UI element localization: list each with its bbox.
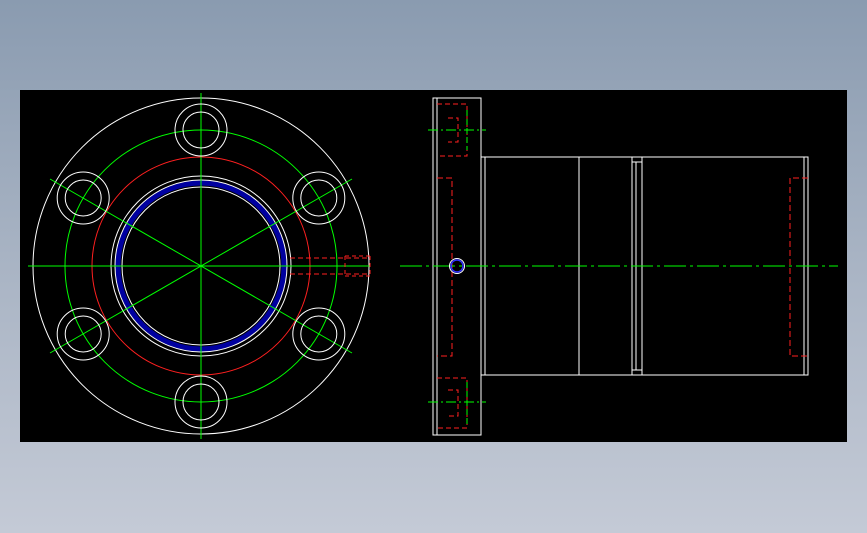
side-hidden-bore — [437, 177, 808, 357]
technical-drawing — [28, 93, 838, 439]
side-hidden-bolt-bottom — [437, 377, 468, 429]
cad-drawing-canvas[interactable] — [20, 90, 847, 442]
side-view — [400, 97, 838, 436]
front-view — [28, 93, 371, 439]
